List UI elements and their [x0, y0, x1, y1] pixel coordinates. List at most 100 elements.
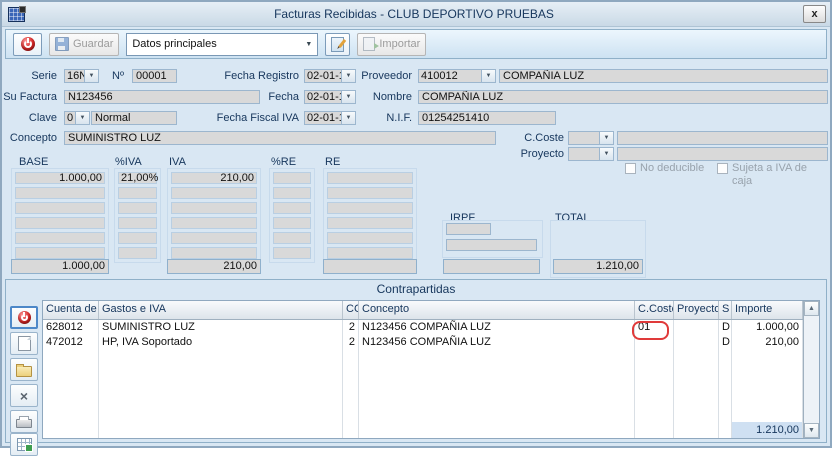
- cell-cuenta: 472012: [43, 335, 99, 350]
- table-header-row: Cuenta de Gastos e IVA CC Concepto C.Cos…: [43, 301, 803, 320]
- concepto-label: Concepto: [7, 131, 57, 145]
- base-input[interactable]: 1.000,00: [15, 172, 105, 184]
- chevron-down-icon[interactable]: ▼: [599, 147, 614, 161]
- save-button[interactable]: Guardar: [49, 33, 119, 56]
- re-input[interactable]: [327, 172, 413, 184]
- re-input[interactable]: [327, 202, 413, 214]
- re-column-label: RE: [325, 155, 365, 169]
- clave-combobox[interactable]: 0 ▼: [64, 111, 90, 125]
- iva-input[interactable]: [171, 232, 257, 244]
- pct-re-input[interactable]: [273, 247, 311, 259]
- import-button[interactable]: Importar: [357, 33, 426, 56]
- re-input[interactable]: [327, 217, 413, 229]
- serie-combobox[interactable]: 16N ▼: [64, 69, 99, 83]
- pct-re-input[interactable]: [273, 202, 311, 214]
- nombre-label: Nombre: [362, 90, 412, 104]
- proveedor-label: Proveedor: [352, 69, 412, 83]
- pct-re-input[interactable]: [273, 217, 311, 229]
- base-input[interactable]: [15, 202, 105, 214]
- re-input[interactable]: [327, 187, 413, 199]
- proveedor-combobox[interactable]: 410012 ▼: [418, 69, 496, 83]
- new-row-button[interactable]: [10, 332, 38, 355]
- main-toolbar: Guardar Datos principales ▼ Importar: [5, 29, 827, 59]
- fecha-datepicker[interactable]: 02-01-16 ▼: [304, 90, 356, 104]
- re-input[interactable]: [327, 247, 413, 259]
- pct-iva-input[interactable]: 21,00%: [118, 172, 157, 184]
- sujeta-iva-caja-checkbox[interactable]: [717, 163, 728, 174]
- pct-iva-input[interactable]: [118, 247, 157, 259]
- pct-iva-input[interactable]: [118, 217, 157, 229]
- table-row[interactable]: 628012 SUMINISTRO LUZ 2 N123456 COMPAÑIA…: [43, 320, 803, 335]
- cell-importe: 1.000,00: [732, 320, 803, 335]
- concepto-field[interactable]: SUMINISTRO LUZ: [64, 131, 496, 145]
- su-factura-field[interactable]: N123456: [64, 90, 260, 104]
- pct-iva-input[interactable]: [118, 202, 157, 214]
- table-grid: Cuenta de Gastos e IVA CC Concepto C.Cos…: [43, 301, 803, 438]
- chevron-down-icon[interactable]: ▼: [599, 131, 614, 145]
- chevron-down-icon[interactable]: ▼: [84, 69, 99, 83]
- fecha-registro-datepicker[interactable]: 02-01-16 ▼: [304, 69, 356, 83]
- base-input[interactable]: [15, 217, 105, 229]
- chevron-down-icon[interactable]: ▼: [75, 111, 90, 125]
- proveedor-name-field[interactable]: COMPAÑIA LUZ: [499, 69, 828, 83]
- proyecto-desc-field[interactable]: [617, 147, 828, 161]
- scroll-down-icon[interactable]: ▼: [804, 423, 819, 438]
- ccoste-desc-field[interactable]: [617, 131, 828, 145]
- window-title: Facturas Recibidas - CLUB DEPORTIVO PRUE…: [25, 7, 803, 21]
- irpf-pct-field[interactable]: [446, 223, 491, 235]
- chevron-down-icon[interactable]: ▼: [481, 69, 496, 83]
- table-row[interactable]: 472012 HP, IVA Soportado 2 N123456 COMPA…: [43, 335, 803, 350]
- cell-importe: 210,00: [732, 335, 803, 350]
- pct-iva-input[interactable]: [118, 232, 157, 244]
- ccoste-combobox[interactable]: ▼: [568, 131, 614, 145]
- cell-proyecto: [674, 335, 719, 350]
- iva-input[interactable]: [171, 202, 257, 214]
- irpf-base-field[interactable]: [446, 239, 537, 251]
- vertical-scrollbar[interactable]: ▲ ▼: [803, 301, 819, 438]
- exit-button[interactable]: [13, 33, 42, 56]
- serie-label: Serie: [17, 69, 57, 83]
- view-selector-combobox[interactable]: Datos principales ▼: [126, 33, 318, 56]
- re-total-field: [323, 259, 417, 274]
- re-input[interactable]: [327, 232, 413, 244]
- scroll-up-icon[interactable]: ▲: [804, 301, 819, 316]
- base-input[interactable]: [15, 232, 105, 244]
- base-input[interactable]: [15, 247, 105, 259]
- save-button-label: Guardar: [73, 38, 113, 50]
- delete-row-button[interactable]: ×: [10, 384, 38, 407]
- numero-field[interactable]: 00001: [132, 69, 177, 83]
- pct-re-input[interactable]: [273, 187, 311, 199]
- contrapartidas-title: Contrapartidas: [6, 282, 826, 296]
- base-input[interactable]: [15, 187, 105, 199]
- iva-input[interactable]: 210,00: [171, 172, 257, 184]
- chevron-down-icon[interactable]: ▼: [341, 90, 356, 104]
- iva-input[interactable]: [171, 187, 257, 199]
- print-button[interactable]: [10, 410, 38, 433]
- fecha-fiscal-iva-label: Fecha Fiscal IVA: [209, 111, 299, 125]
- clave-desc-field[interactable]: Normal: [91, 111, 177, 125]
- close-button[interactable]: x: [803, 5, 826, 23]
- printer-icon: [16, 419, 32, 428]
- header-cuenta: Cuenta de: [43, 301, 99, 319]
- nif-field[interactable]: 01254251410: [418, 111, 556, 125]
- no-deducible-checkbox[interactable]: [625, 163, 636, 174]
- pct-iva-column-group: 21,00%: [114, 168, 161, 263]
- cell-s: D: [719, 335, 732, 350]
- edit-button[interactable]: [325, 33, 350, 56]
- open-button[interactable]: [10, 358, 38, 381]
- contrapartidas-exit-button[interactable]: [10, 306, 38, 329]
- titlebar: Facturas Recibidas - CLUB DEPORTIVO PRUE…: [2, 2, 830, 27]
- power-icon: [21, 37, 35, 51]
- proyecto-combobox[interactable]: ▼: [568, 147, 614, 161]
- pct-re-input[interactable]: [273, 172, 311, 184]
- fecha-fiscal-iva-datepicker[interactable]: 02-01-16 ▼: [304, 111, 356, 125]
- pct-iva-input[interactable]: [118, 187, 157, 199]
- nif-label: N.I.F.: [372, 111, 412, 125]
- cell-cc: 2: [343, 335, 359, 350]
- iva-input[interactable]: [171, 217, 257, 229]
- nombre-field[interactable]: COMPAÑIA LUZ: [418, 90, 828, 104]
- iva-input[interactable]: [171, 247, 257, 259]
- chevron-down-icon[interactable]: ▼: [341, 111, 356, 125]
- pct-re-input[interactable]: [273, 232, 311, 244]
- export-grid-button[interactable]: [10, 433, 38, 456]
